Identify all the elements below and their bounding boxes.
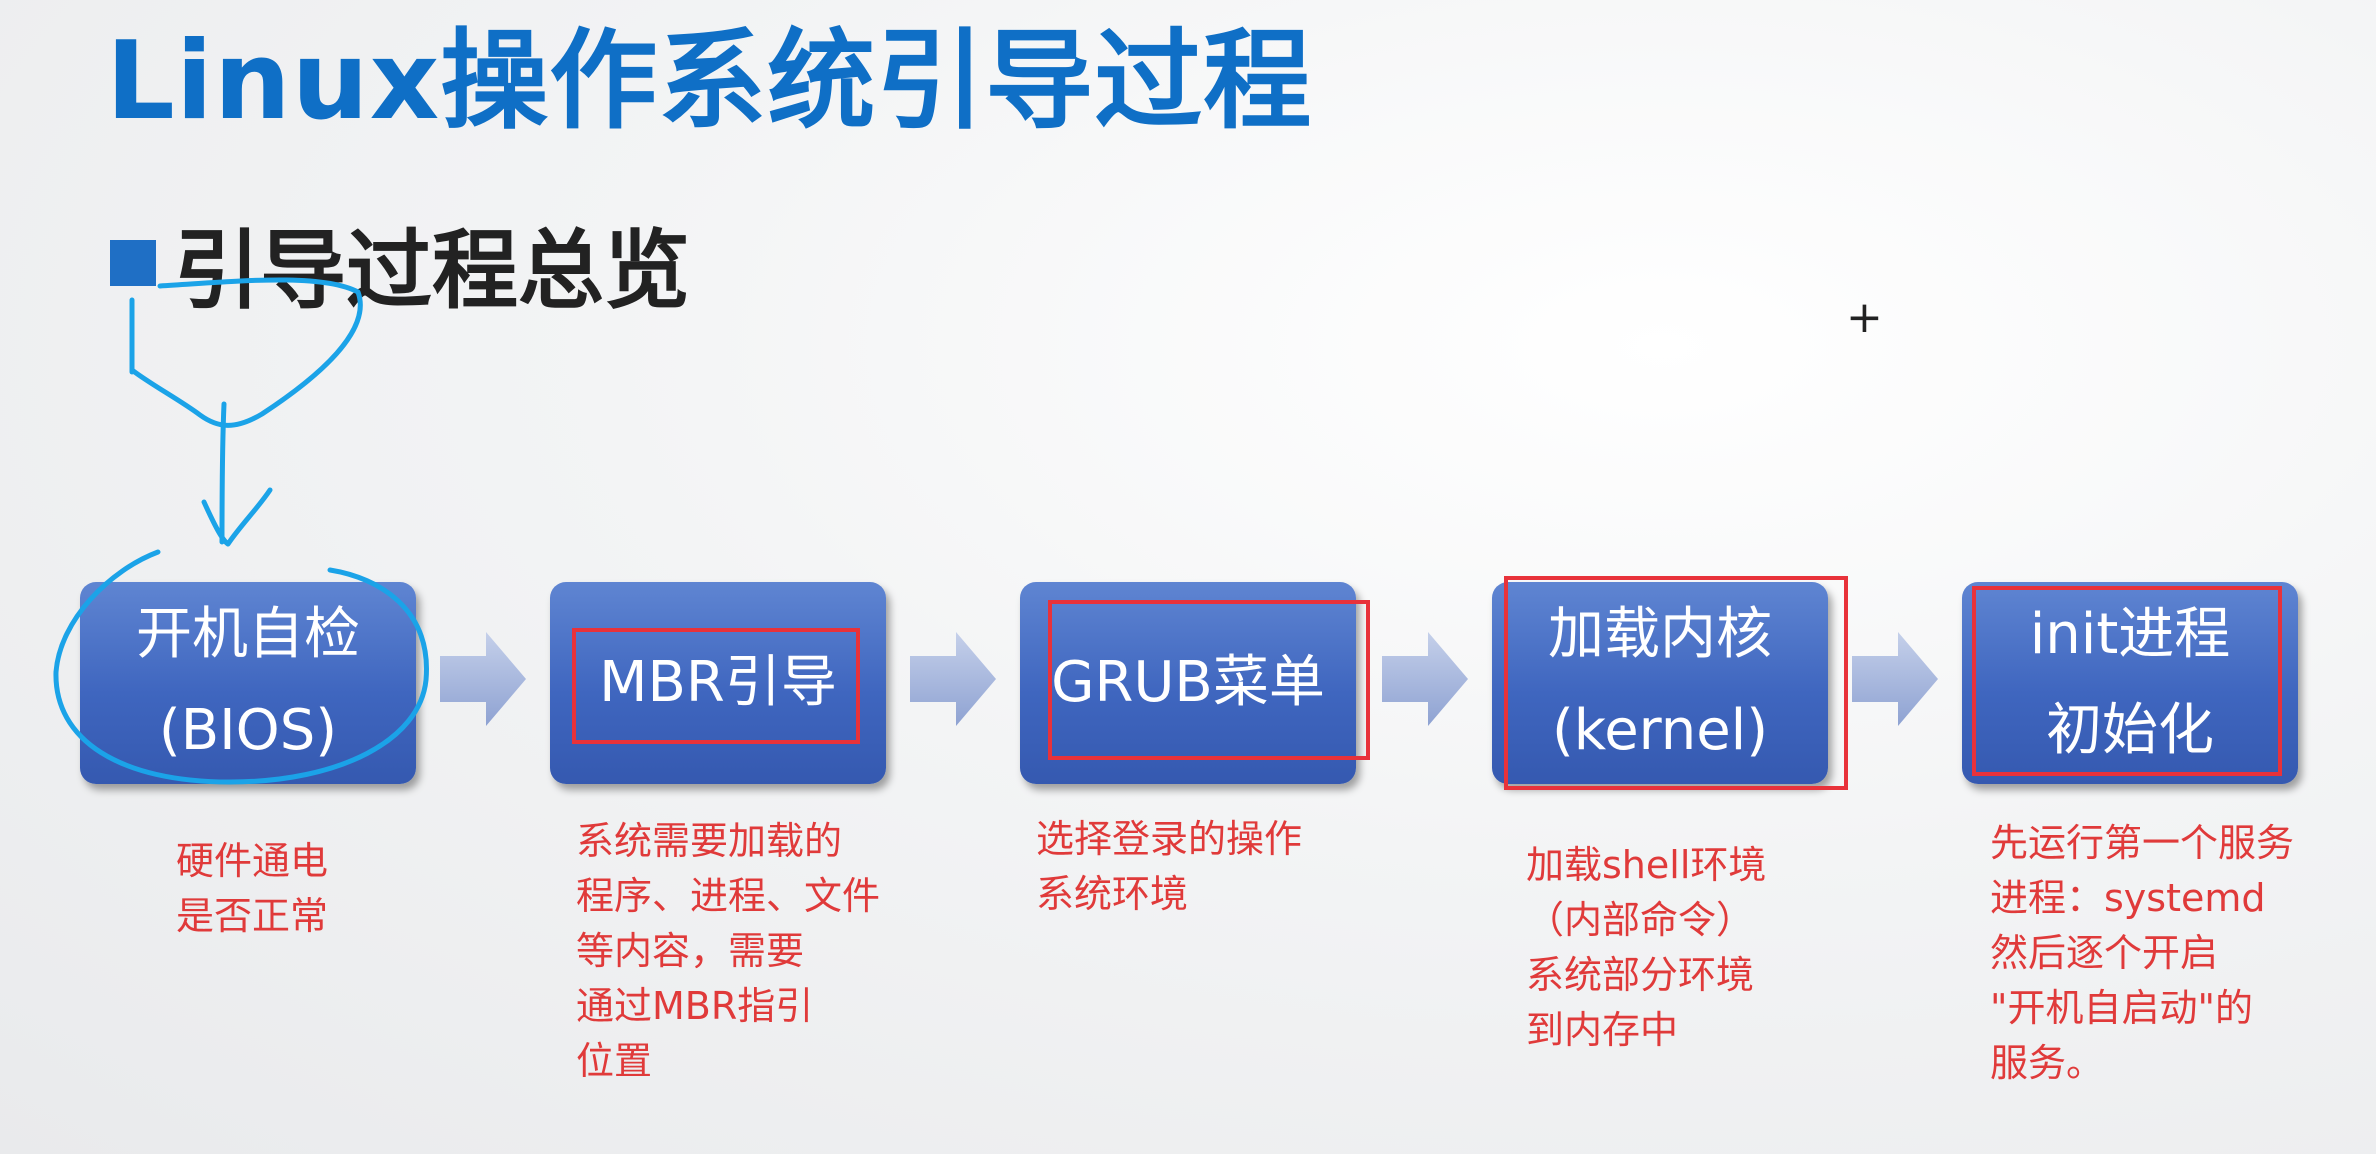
- note-mbr: 系统需要加载的 程序、进程、文件 等内容，需要 通过MBR指引 位置: [576, 819, 881, 1083]
- note-bios: 硬件通电 是否正常: [176, 839, 329, 938]
- note-init: 先运行第一个服务 进程：systemd 然后逐个开启 "开机自启动"的 服务。: [1990, 821, 2295, 1085]
- page-title: Linux操作系统引导过程: [106, 19, 1313, 144]
- note-grub: 选择登录的操作 系统环境: [1036, 817, 1303, 916]
- red-highlight-box: [1504, 576, 1848, 790]
- section-title: 引导过程总览: [174, 221, 690, 321]
- step-label: (BIOS): [158, 698, 338, 763]
- right-arrow-icon: [1382, 632, 1468, 726]
- square-bullet-icon: [110, 239, 156, 286]
- note-kernel: 加载shell环境 （内部命令） 系统部分环境 到内存中: [1526, 843, 1767, 1052]
- section-heading: 引导过程总览: [110, 200, 690, 325]
- red-highlight-box: [1972, 586, 2282, 776]
- right-arrow-icon: [440, 632, 526, 726]
- crosshair-cursor-icon: +: [1846, 292, 1883, 343]
- red-highlight-box: [572, 628, 860, 744]
- right-arrow-icon: [1852, 632, 1938, 726]
- right-arrow-icon: [910, 632, 996, 726]
- red-highlight-box: [1048, 600, 1370, 760]
- step-bios: 开机自检 (BIOS): [80, 582, 416, 784]
- step-label: 开机自检: [136, 602, 360, 667]
